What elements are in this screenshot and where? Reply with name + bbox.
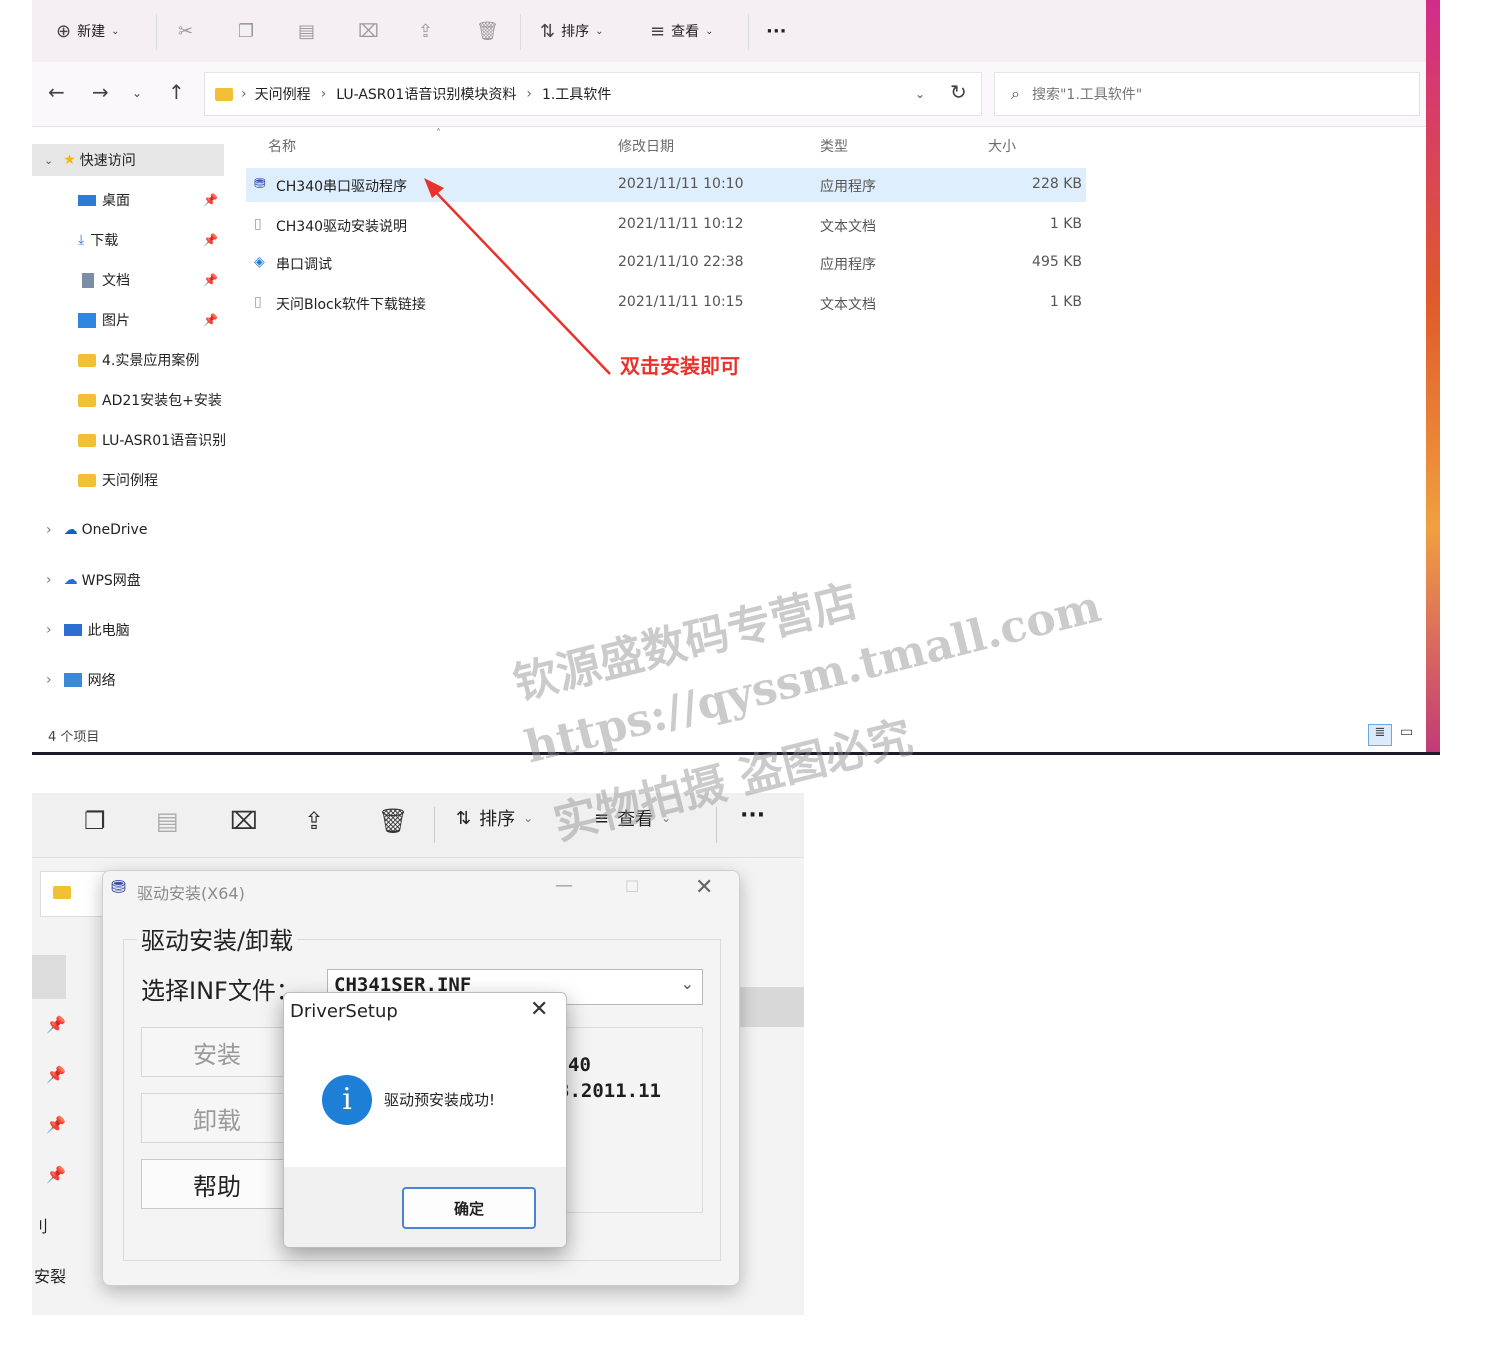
installer-icon: ⛃ xyxy=(111,877,127,898)
sort-button[interactable]: ⇅ 排序 ⌄ xyxy=(456,805,533,831)
nav-item-label: 网络 xyxy=(87,673,116,689)
uninstall-button[interactable]: 卸载 xyxy=(141,1093,293,1143)
cloud-outline-icon: ☁ xyxy=(63,572,78,588)
list-selection-fragment xyxy=(732,987,804,1027)
network-icon xyxy=(63,673,82,687)
nav-item-folder[interactable]: 天问例程 xyxy=(78,464,228,496)
trash-icon[interactable]: 🗑 xyxy=(378,807,408,835)
nav-item-label: LU-ASR01语音识别 xyxy=(102,433,227,449)
nav-item-network[interactable]: › 网络 xyxy=(32,664,224,696)
pin-icon: 📌 xyxy=(46,1015,66,1034)
nav-item-wps[interactable]: › ☁ WPS网盘 xyxy=(32,564,224,596)
folder-icon xyxy=(53,886,71,899)
dialog-title: 驱动安装(X64) xyxy=(137,884,245,903)
folder-icon xyxy=(78,433,96,447)
pin-icon: 📌 xyxy=(46,1115,66,1134)
inf-label: 选择INF文件： xyxy=(141,977,300,1005)
item-count: 4 个项目 xyxy=(48,730,100,745)
sort-arrows-icon: ⇅ xyxy=(456,807,472,829)
message-box-footer: 确定 xyxy=(284,1167,566,1247)
nav-selection-fragment xyxy=(32,955,66,999)
nav-item-label: 此电脑 xyxy=(87,623,130,639)
message-box: DriverSetup ✕ i 驱动预安装成功! 确定 xyxy=(283,992,567,1248)
nav-item-label: WPS网盘 xyxy=(81,573,141,589)
chevron-down-icon: ⌄ xyxy=(680,974,694,993)
minimize-icon[interactable]: — xyxy=(555,875,573,896)
driver-info-line: 3.2011.11 xyxy=(558,1080,661,1102)
annotation-arrow-line xyxy=(427,183,611,375)
paste-icon[interactable]: ▤ xyxy=(156,807,179,835)
details-view-icon[interactable]: ≣ xyxy=(1368,724,1392,746)
copy-icon[interactable]: ❐ xyxy=(84,807,106,835)
close-icon[interactable]: ✕ xyxy=(695,875,713,900)
annotation-arrow xyxy=(424,178,611,375)
more-button[interactable]: ··· xyxy=(740,803,765,828)
install-button[interactable]: 安装 xyxy=(141,1027,293,1077)
sort-label: 排序 xyxy=(479,809,516,830)
message-text: 驱动预安装成功! xyxy=(384,1091,496,1109)
chevron-down-icon: ⌄ xyxy=(523,811,534,825)
ok-button-label: 确定 xyxy=(453,1199,484,1218)
address-bar-fragment[interactable] xyxy=(40,871,110,917)
help-button-label: 帮助 xyxy=(193,1172,241,1201)
toolbar-divider xyxy=(434,807,435,843)
folder-icon xyxy=(78,473,96,487)
help-button[interactable]: 帮助 xyxy=(141,1159,293,1209)
annotation-text: 双击安装即可 xyxy=(620,354,740,378)
rename-icon[interactable]: ⌧ xyxy=(230,807,258,835)
maximize-icon[interactable]: ☐ xyxy=(625,877,639,896)
annotation-arrow-head xyxy=(424,178,444,198)
info-icon: i xyxy=(322,1075,372,1125)
chevron-right-icon: › xyxy=(46,672,52,688)
share-icon[interactable]: ⇪ xyxy=(304,807,324,835)
nav-item-this-pc[interactable]: › 此电脑 xyxy=(32,614,224,646)
close-icon[interactable]: ✕ xyxy=(530,997,548,1022)
nav-item-onedrive[interactable]: › ☁ OneDrive xyxy=(32,514,224,546)
chevron-right-icon: › xyxy=(46,622,52,638)
uninstall-button-label: 卸载 xyxy=(193,1106,241,1135)
nav-fragment-text: 刂 xyxy=(32,1217,49,1236)
pin-icon: 📌 xyxy=(46,1165,66,1184)
nav-item-folder[interactable]: LU-ASR01语音识别 xyxy=(78,424,228,456)
dialog-titlebar: ⛃ 驱动安装(X64) — ☐ ✕ xyxy=(103,871,739,909)
nav-fragment-text: 安裂 xyxy=(34,1267,67,1286)
message-box-title: DriverSetup xyxy=(290,1001,398,1022)
computer-icon xyxy=(63,624,82,636)
chevron-right-icon: › xyxy=(46,572,52,588)
cloud-icon: ☁ xyxy=(63,522,78,538)
nav-item-label: 天问例程 xyxy=(102,473,158,489)
ok-button[interactable]: 确定 xyxy=(402,1187,536,1229)
chevron-right-icon: › xyxy=(46,522,52,538)
tiles-view-icon[interactable]: ▭ xyxy=(1400,724,1413,740)
pin-icon: 📌 xyxy=(46,1065,66,1084)
driver-info-line: 40 xyxy=(568,1054,591,1076)
install-button-label: 安装 xyxy=(193,1040,241,1069)
nav-item-label: OneDrive xyxy=(81,522,148,538)
group-label: 驱动安装/卸载 xyxy=(137,921,298,956)
